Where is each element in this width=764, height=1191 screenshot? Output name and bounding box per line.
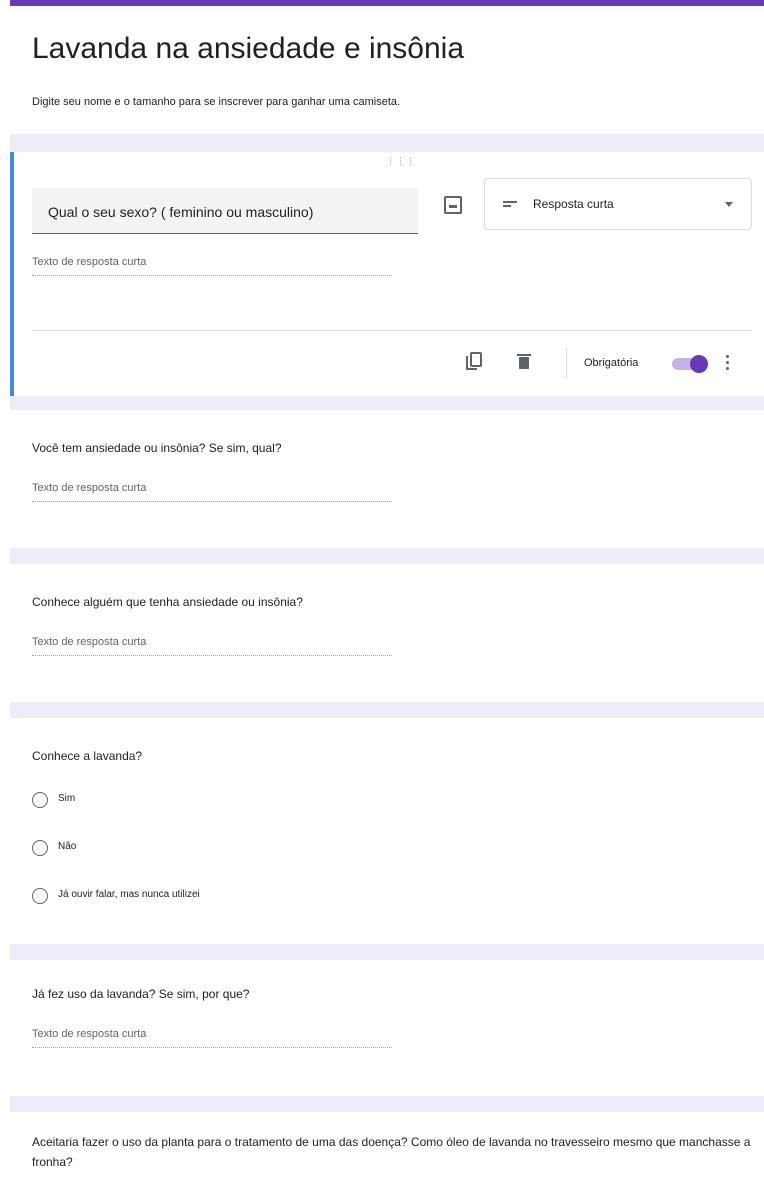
question-title: Conhece a lavanda? (32, 749, 143, 763)
form-header-card: Lavanda na ansiedade e insônia Digite se… (10, 6, 764, 134)
question-title: Aceitaria fazer o uso da planta para o t… (32, 1135, 751, 1169)
question-card[interactable]: Aceitaria fazer o uso da planta para o t… (10, 1112, 764, 1191)
required-label: Obrigatória (584, 357, 639, 369)
image-icon[interactable] (444, 196, 462, 214)
active-question-card[interactable]: ⋮⋮⋮ Qual o seu sexo? ( feminino ou mascu… (10, 152, 764, 396)
question-title: Já fez uso da lavanda? Se sim, por que? (32, 987, 250, 1001)
drag-handle-icon[interactable]: ⋮⋮⋮ (386, 156, 416, 167)
question-card[interactable]: Já fez uso da lavanda? Se sim, por que? … (10, 960, 764, 1096)
card-separator (10, 396, 764, 410)
radio-button[interactable] (32, 840, 48, 856)
radio-button[interactable] (32, 888, 48, 904)
short-answer-icon (503, 201, 517, 209)
trash-icon[interactable] (517, 354, 531, 369)
short-answer-placeholder: Texto de resposta curta (32, 636, 392, 656)
card-separator (10, 944, 764, 960)
short-answer-placeholder: Texto de resposta curta (32, 1028, 392, 1048)
radio-option-label: Já ouvir falar, mas nunca utilizei (58, 889, 200, 900)
card-footer-divider (32, 330, 752, 331)
question-type-select[interactable]: Resposta curta (484, 178, 752, 230)
short-answer-placeholder: Texto de resposta curta (32, 256, 392, 276)
more-vert-icon[interactable] (726, 355, 730, 373)
radio-button[interactable] (32, 792, 48, 808)
duplicate-icon[interactable] (466, 352, 484, 372)
chevron-down-icon (725, 202, 733, 207)
card-separator (10, 1096, 764, 1112)
question-type-label: Resposta curta (533, 197, 614, 211)
question-card[interactable]: Conhece alguém que tenha ansiedade ou in… (10, 564, 764, 702)
question-title-input[interactable]: Qual o seu sexo? ( feminino ou masculino… (32, 188, 418, 234)
question-card[interactable]: Conhece a lavanda? Sim Não Já ouvir fala… (10, 718, 764, 944)
card-separator (10, 702, 764, 718)
question-card[interactable]: Você tem ansiedade ou insônia? Se sim, q… (10, 410, 764, 548)
form-description[interactable]: Digite seu nome e o tamanho para se insc… (32, 96, 400, 108)
question-title: Você tem ansiedade ou insônia? Se sim, q… (32, 441, 282, 455)
card-separator (10, 548, 764, 564)
short-answer-placeholder: Texto de resposta curta (32, 482, 392, 502)
card-separator (10, 134, 764, 152)
radio-option-label: Sim (58, 793, 76, 804)
required-toggle[interactable] (672, 355, 708, 373)
radio-option-label: Não (58, 841, 77, 852)
footer-vertical-divider (566, 348, 567, 378)
form-title[interactable]: Lavanda na ansiedade e insônia (32, 32, 464, 66)
question-title: Conhece alguém que tenha ansiedade ou in… (32, 595, 303, 609)
